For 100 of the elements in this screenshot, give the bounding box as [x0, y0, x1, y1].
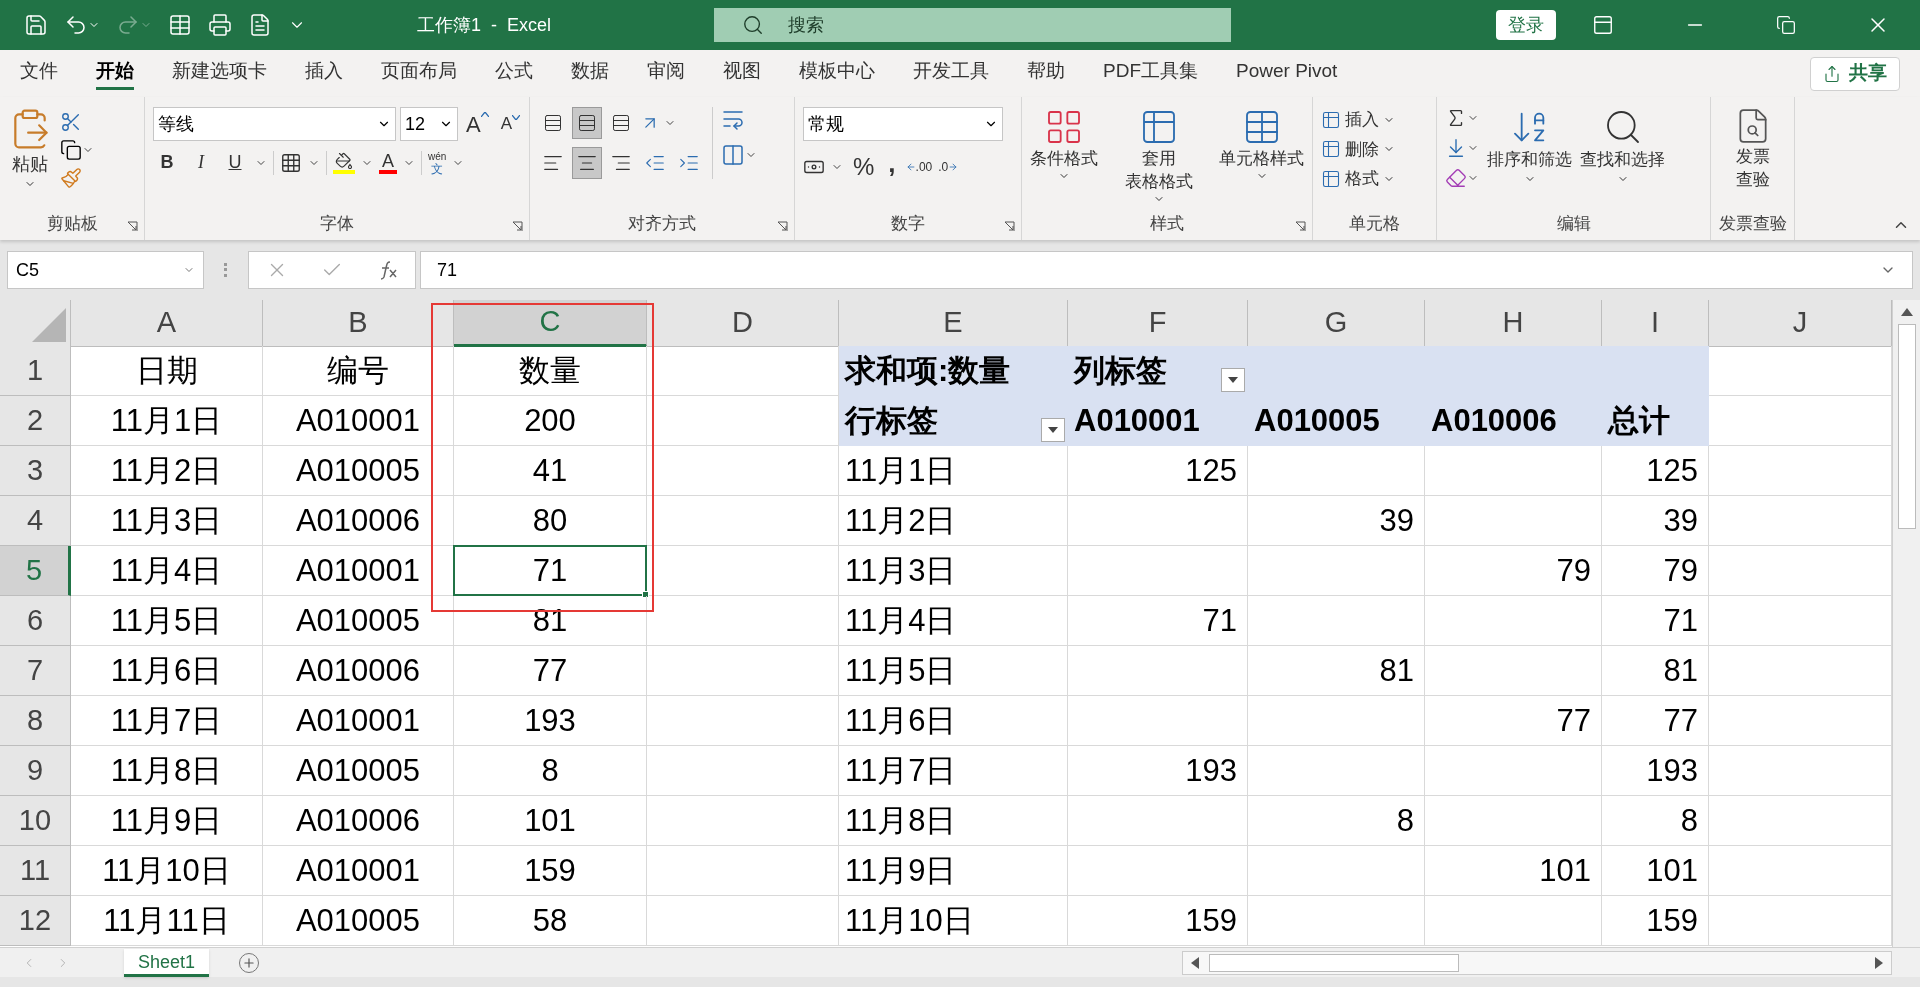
ribbon-tab[interactable]: 审阅: [647, 56, 685, 91]
cells-button[interactable]: 插入: [1321, 107, 1395, 133]
editing-button[interactable]: 查找和选择: [1580, 107, 1665, 189]
scroll-thumb[interactable]: [1209, 953, 1459, 972]
merge-icon[interactable]: [721, 143, 745, 167]
percent-button[interactable]: %: [849, 149, 879, 185]
style-button[interactable]: 条件格式: [1030, 107, 1098, 205]
middle-align-button[interactable]: [572, 107, 602, 139]
ribbon-tab[interactable]: 插入: [305, 56, 343, 91]
table-cell: 200: [454, 396, 647, 446]
ribbon-tab[interactable]: 开发工具: [913, 56, 989, 91]
scroll-thumb[interactable]: [1897, 324, 1916, 529]
column-header[interactable]: F: [1068, 300, 1248, 347]
ribbon-tab[interactable]: 开始: [96, 56, 134, 91]
dialog-launcher-icon[interactable]: [777, 221, 788, 232]
filter-dropdown-button[interactable]: [1221, 368, 1245, 392]
dialog-launcher-icon[interactable]: [127, 221, 138, 232]
row-header[interactable]: 3: [0, 446, 71, 496]
column-header[interactable]: I: [1602, 300, 1709, 347]
row-header[interactable]: 9: [0, 746, 71, 796]
number-format-select[interactable]: 常规: [803, 107, 1003, 141]
sign-in-button[interactable]: 登录: [1496, 10, 1556, 40]
column-header[interactable]: J: [1709, 300, 1892, 347]
undo-icon[interactable]: [64, 13, 88, 37]
ribbon-tab[interactable]: 页面布局: [381, 56, 457, 91]
row-header[interactable]: 10: [0, 796, 71, 846]
scroll-up-icon[interactable]: [1900, 308, 1913, 316]
ribbon-tab[interactable]: 帮助: [1027, 56, 1065, 91]
row-header[interactable]: 11: [0, 846, 71, 896]
share-button[interactable]: 共享: [1810, 56, 1900, 91]
column-header[interactable]: E: [839, 300, 1068, 347]
font-size-select[interactable]: 12: [400, 107, 458, 141]
decrease-decimal-button[interactable]: .0: [938, 161, 949, 173]
name-box[interactable]: C5: [7, 251, 204, 289]
fill-color-icon[interactable]: [333, 151, 355, 174]
editing-button[interactable]: 排序和筛选: [1487, 107, 1572, 189]
ribbon-tab[interactable]: PDF工具集: [1103, 56, 1198, 91]
ribbon-tab[interactable]: 数据: [571, 56, 609, 91]
shrink-font-button[interactable]: A: [500, 111, 513, 137]
italic-button[interactable]: I: [187, 149, 215, 176]
style-button[interactable]: 单元格样式: [1219, 107, 1304, 205]
dialog-launcher-icon[interactable]: [1004, 221, 1015, 232]
document-icon[interactable]: [248, 13, 272, 37]
row-header[interactable]: 8: [0, 696, 71, 746]
underline-button[interactable]: U: [221, 149, 249, 176]
form-icon[interactable]: [168, 13, 192, 37]
font-color-button[interactable]: A: [379, 151, 397, 174]
restore-icon[interactable]: [1776, 15, 1796, 35]
copy-icon[interactable]: [60, 139, 82, 161]
horizontal-scrollbar[interactable]: [1182, 950, 1892, 975]
bold-button[interactable]: B: [153, 149, 181, 176]
ribbon-tab[interactable]: 公式: [495, 56, 533, 91]
column-header[interactable]: H: [1425, 300, 1602, 347]
style-button[interactable]: 套用 表格格式: [1124, 107, 1193, 205]
paintbrush-icon[interactable]: [60, 167, 82, 189]
print-icon[interactable]: [208, 13, 232, 37]
filter-dropdown-button[interactable]: [1041, 418, 1065, 442]
formula-input[interactable]: 71: [420, 251, 1913, 289]
cells-button[interactable]: 删除: [1321, 136, 1395, 162]
column-header[interactable]: G: [1248, 300, 1425, 347]
column-header[interactable]: D: [647, 300, 839, 347]
invoice-check-button[interactable]: 发票 查验: [1719, 107, 1786, 191]
row-header[interactable]: 1: [0, 346, 71, 396]
row-header[interactable]: 12: [0, 896, 71, 946]
eraser-icon[interactable]: [1445, 167, 1467, 189]
align-center-button[interactable]: [572, 147, 602, 179]
increase-decimal-button[interactable]: .00: [915, 161, 933, 173]
table-cell: 41: [454, 446, 647, 496]
ribbon-tab[interactable]: 模板中心: [799, 56, 875, 91]
dialog-launcher-icon[interactable]: [1295, 221, 1306, 232]
ribbon-display-icon[interactable]: [1592, 14, 1614, 36]
column-header[interactable]: C: [454, 300, 647, 347]
font-name-select[interactable]: 等线: [153, 107, 396, 141]
ribbon-tab[interactable]: 视图: [723, 56, 761, 91]
dialog-launcher-icon[interactable]: [512, 221, 523, 232]
row-header[interactable]: 6: [0, 596, 71, 646]
ribbon-tab[interactable]: 新建选项卡: [172, 56, 267, 91]
scissors-icon[interactable]: [60, 111, 82, 133]
save-icon[interactable]: [24, 13, 48, 37]
column-header[interactable]: A: [71, 300, 263, 347]
row-header[interactable]: 5: [0, 546, 71, 596]
row-header[interactable]: 7: [0, 646, 71, 696]
ribbon-tab[interactable]: 文件: [20, 56, 58, 91]
comma-button[interactable]: ,: [884, 150, 900, 176]
row-header[interactable]: 4: [0, 496, 71, 546]
search-field[interactable]: 搜索: [714, 8, 1231, 42]
grow-font-button[interactable]: A: [466, 107, 481, 141]
border-icon[interactable]: [280, 151, 302, 174]
row-header[interactable]: 2: [0, 396, 71, 446]
column-header[interactable]: B: [263, 300, 454, 347]
scroll-left-icon[interactable]: [1191, 956, 1199, 969]
phonetic-button[interactable]: wén 文: [428, 150, 447, 175]
ribbon-tab[interactable]: Power Pivot: [1236, 56, 1338, 91]
vertical-scrollbar[interactable]: [1892, 300, 1920, 947]
sheet-tab[interactable]: Sheet1: [124, 948, 210, 977]
paste-button[interactable]: 粘贴: [8, 107, 52, 190]
cells-button[interactable]: 格式: [1321, 166, 1395, 192]
scroll-right-icon[interactable]: [1875, 956, 1883, 969]
table-cell: 159: [1602, 896, 1709, 946]
table-cell: 193: [454, 696, 647, 746]
